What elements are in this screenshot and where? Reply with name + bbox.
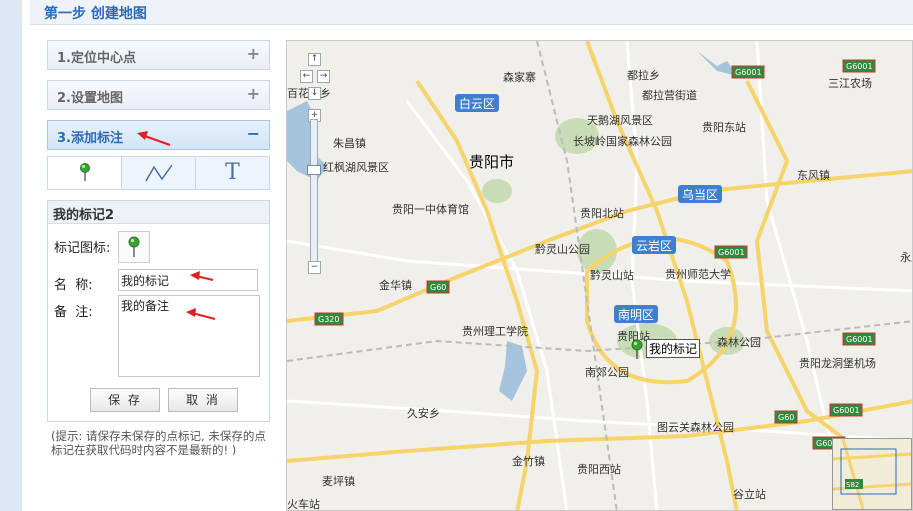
svg-text:东风镇: 东风镇 [797, 168, 830, 182]
svg-text:G6001: G6001 [735, 68, 762, 77]
red-arrow-annotation [190, 271, 214, 281]
svg-text:图云关森林公园: 图云关森林公园 [657, 420, 734, 434]
pan-down-button[interactable]: ↓ [308, 87, 321, 100]
red-arrow-annotation [186, 308, 216, 320]
svg-text:南明区: 南明区 [618, 307, 654, 322]
svg-text:贵阳市: 贵阳市 [469, 153, 514, 171]
svg-text:S82: S82 [846, 481, 859, 489]
zoom-out-button[interactable]: − [308, 261, 321, 274]
svg-text:森家寨: 森家寨 [503, 70, 536, 84]
svg-text:红枫湖风景区: 红枫湖风景区 [323, 160, 389, 174]
map-canvas[interactable]: G6001 G6001 G60 G320 G6001 G6001 G6001 G… [286, 40, 913, 511]
pan-up-button[interactable]: ↑ [308, 53, 321, 66]
svg-text:永乐: 永乐 [900, 250, 913, 264]
red-arrow-annotation [137, 131, 171, 146]
svg-text:天鹅湖风景区: 天鹅湖风景区 [587, 113, 653, 127]
svg-text:G60: G60 [778, 413, 794, 422]
svg-text:G6001: G6001 [846, 335, 873, 344]
overview-map[interactable]: S82 [832, 438, 912, 510]
zoom-slider-handle[interactable] [307, 165, 321, 175]
svg-text:贵阳东站: 贵阳东站 [702, 120, 746, 134]
pan-right-button[interactable]: → [317, 70, 330, 83]
svg-text:乌当区: 乌当区 [682, 187, 718, 202]
svg-text:久安乡: 久安乡 [407, 406, 440, 420]
svg-text:G6001: G6001 [846, 62, 873, 71]
svg-text:朱昌镇: 朱昌镇 [333, 136, 366, 150]
svg-text:金竹镇: 金竹镇 [512, 454, 545, 468]
svg-text:G60: G60 [430, 283, 446, 292]
zoom-slider-track[interactable] [310, 119, 318, 267]
svg-text:贵州理工学院: 贵州理工学院 [462, 324, 528, 338]
svg-text:贵阳龙洞堡机场: 贵阳龙洞堡机场 [799, 356, 876, 370]
svg-text:三江农场: 三江农场 [828, 76, 872, 90]
svg-text:白云区: 白云区 [459, 96, 495, 111]
svg-text:谷立站: 谷立站 [733, 487, 766, 501]
svg-text:森林公园: 森林公园 [717, 335, 761, 349]
svg-text:都拉乡: 都拉乡 [627, 68, 660, 82]
svg-text:火车站: 火车站 [287, 497, 320, 511]
svg-text:黔灵山公园: 黔灵山公园 [535, 242, 590, 256]
svg-text:长坡岭国家森林公园: 长坡岭国家森林公园 [573, 134, 672, 148]
svg-text:云岩区: 云岩区 [636, 238, 672, 253]
svg-text:金华镇: 金华镇 [379, 278, 412, 292]
svg-text:南郊公园: 南郊公园 [585, 366, 629, 379]
svg-text:贵阳一中体育馆: 贵阳一中体育馆 [392, 202, 469, 216]
map-layer: G6001 G6001 G60 G320 G6001 G6001 G6001 G… [287, 41, 913, 511]
marker-label[interactable]: 我的标记 [646, 339, 701, 358]
svg-text:G320: G320 [318, 315, 339, 324]
svg-text:黔灵山站: 黔灵山站 [590, 268, 634, 282]
svg-text:贵州师范大学: 贵州师范大学 [665, 267, 731, 281]
overview-map-graphic: S82 [833, 439, 911, 509]
svg-text:麦坪镇: 麦坪镇 [322, 474, 355, 488]
svg-text:贵阳西站: 贵阳西站 [577, 462, 621, 476]
pan-left-button[interactable]: ← [300, 70, 313, 83]
svg-text:都拉营街道: 都拉营街道 [642, 88, 697, 102]
svg-text:G6001: G6001 [718, 248, 745, 257]
svg-text:贵阳北站: 贵阳北站 [580, 206, 624, 220]
svg-text:G6001: G6001 [833, 406, 860, 415]
